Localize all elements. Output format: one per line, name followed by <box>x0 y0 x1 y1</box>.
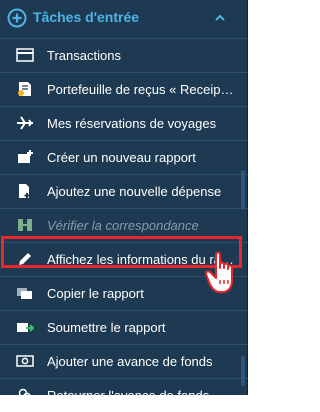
hand-pointer-icon <box>205 251 233 293</box>
menu-item-label: Vérifier la correspondance <box>47 218 199 233</box>
menu-item-label: Retourner l'avance de fonds <box>47 388 210 403</box>
copy-report-icon <box>17 288 32 299</box>
card-icon <box>16 48 34 62</box>
tasks-header[interactable]: Tâches d'entrée <box>0 0 248 38</box>
airplane-icon <box>17 116 33 130</box>
menu-item-return-advance[interactable]: Retourner l'avance de fonds <box>0 378 248 412</box>
menu-item-label: Créer un nouveau rapport <box>47 150 196 165</box>
plus-circle-icon[interactable] <box>7 8 27 28</box>
menu-item-receipt-wallet[interactable]: Portefeuille de reçus « Receipt ... <box>0 72 248 106</box>
menu-item-label: Mes réservations de voyages <box>47 116 217 131</box>
menu-item-label: Portefeuille de reçus « Receipt ... <box>47 82 237 97</box>
menu-item-label: Soumettre le rapport <box>47 320 166 335</box>
scrollbar-thumb-lower[interactable] <box>241 356 245 386</box>
receipt-wallet-icon <box>18 82 31 96</box>
menu-item-travel-bookings[interactable]: Mes réservations de voyages <box>0 106 248 140</box>
cash-advance-icon <box>16 355 34 367</box>
menu-item-transactions[interactable]: Transactions <box>0 38 248 72</box>
menu-item-label: Ajouter une avance de fonds <box>47 354 213 369</box>
tasks-title: Tâches d'entrée <box>33 9 140 25</box>
menu-item-label: Transactions <box>47 48 121 63</box>
menu-item-label: Ajoutez une nouvelle dépense <box>47 184 222 199</box>
pencil-icon <box>19 253 31 265</box>
menu-item-verify-match: Vérifier la correspondance <box>0 208 248 242</box>
chevron-up-icon[interactable] <box>214 12 226 24</box>
return-advance-icon <box>18 388 32 402</box>
menu-item-cash-advance[interactable]: Ajouter une avance de fonds <box>0 344 248 378</box>
add-expense-icon <box>19 184 30 198</box>
menu-item-create-report[interactable]: Créer un nouveau rapport <box>0 140 248 174</box>
verify-match-icon <box>18 219 32 231</box>
menu-item-submit-report[interactable]: Soumettre le rapport <box>0 310 248 344</box>
scrollbar-thumb[interactable] <box>241 170 245 210</box>
menu-item-add-expense[interactable]: Ajoutez une nouvelle dépense <box>0 174 248 208</box>
create-report-icon <box>18 150 33 163</box>
submit-report-icon <box>17 323 34 332</box>
tasks-panel: Tâches d'entrée Transactions Portefeuill… <box>0 0 248 403</box>
